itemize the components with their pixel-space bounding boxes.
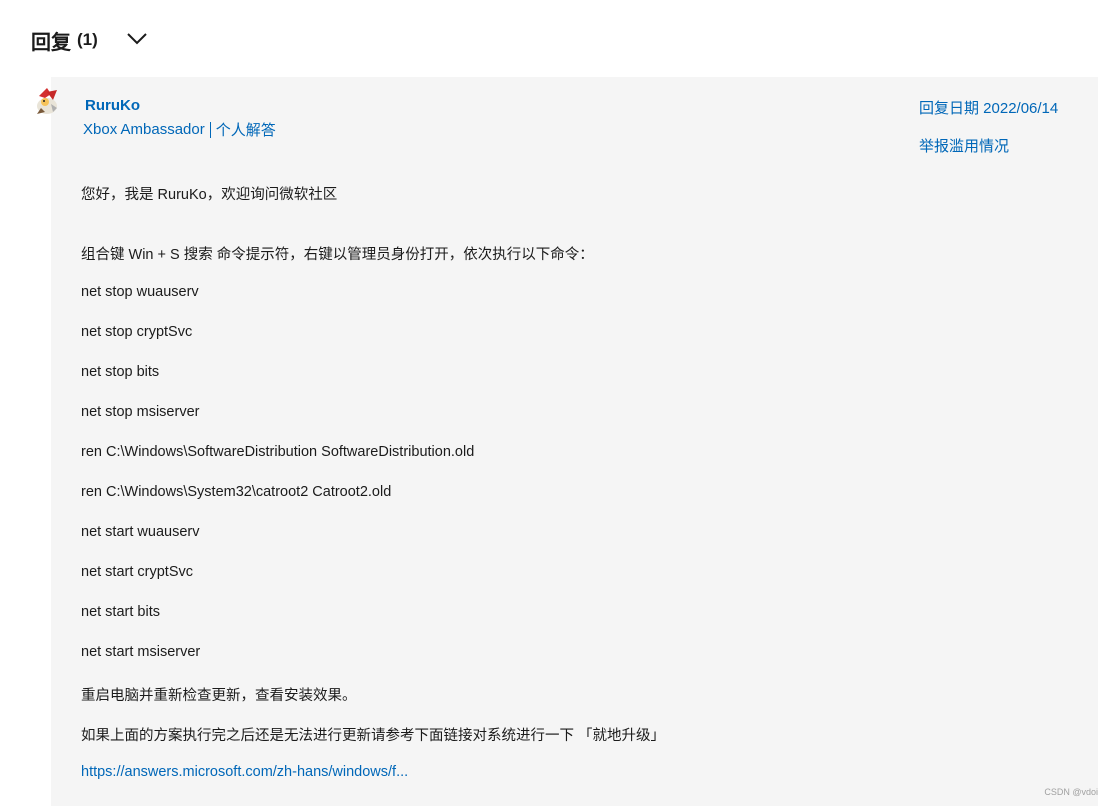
command-line: net stop bits (81, 364, 160, 380)
author-name-link[interactable]: RuruKo (85, 97, 140, 114)
command-line: net stop wuauserv (81, 284, 199, 300)
body-paragraph: 如果上面的方案执行完之后还是无法进行更新请参考下面链接对系统进行一下 「就地升级… (81, 728, 666, 744)
command-line: net start msiserver (81, 644, 201, 660)
author-role: Xbox Ambassador (83, 121, 205, 138)
body-paragraph: 您好，我是 RuruKo，欢迎询问微软社区 (81, 187, 338, 203)
command-line: net start cryptSvc (81, 564, 194, 580)
author-role-line: Xbox Ambassador 个人解答 (83, 119, 276, 140)
answers-link[interactable]: https://answers.microsoft.com/zh-hans/wi… (81, 764, 408, 780)
report-abuse-link[interactable]: 举报滥用情况 (919, 135, 1009, 156)
body-paragraph: 重启电脑并重新检查更新，查看安装效果。 (81, 688, 357, 704)
reply-date: 回复日期 2022/06/14 (919, 100, 1059, 117)
answer-type-tag: 个人解答 (215, 122, 276, 139)
command-line: net start bits (81, 604, 160, 620)
command-line: net stop cryptSvc (81, 324, 193, 340)
replies-header: 回复 (1) (31, 26, 98, 54)
body-paragraph: 组合键 Win + S 搜索 命令提示符，右键以管理员身份打开，依次执行以下命令… (81, 247, 594, 263)
replies-title: 回复 (31, 31, 71, 54)
command-line: ren C:\Windows\SoftwareDistribution Soft… (81, 444, 475, 460)
watermark: CSDN @vdoi (1044, 787, 1098, 797)
replies-count: (1) (77, 30, 98, 49)
command-line: ren C:\Windows\System32\catroot2 Catroot… (81, 484, 392, 500)
command-line: net stop msiserver (81, 404, 200, 420)
role-separator (209, 121, 211, 138)
chevron-down-icon[interactable] (125, 28, 149, 48)
command-line: net start wuauserv (81, 524, 200, 540)
avatar[interactable] (33, 86, 61, 116)
